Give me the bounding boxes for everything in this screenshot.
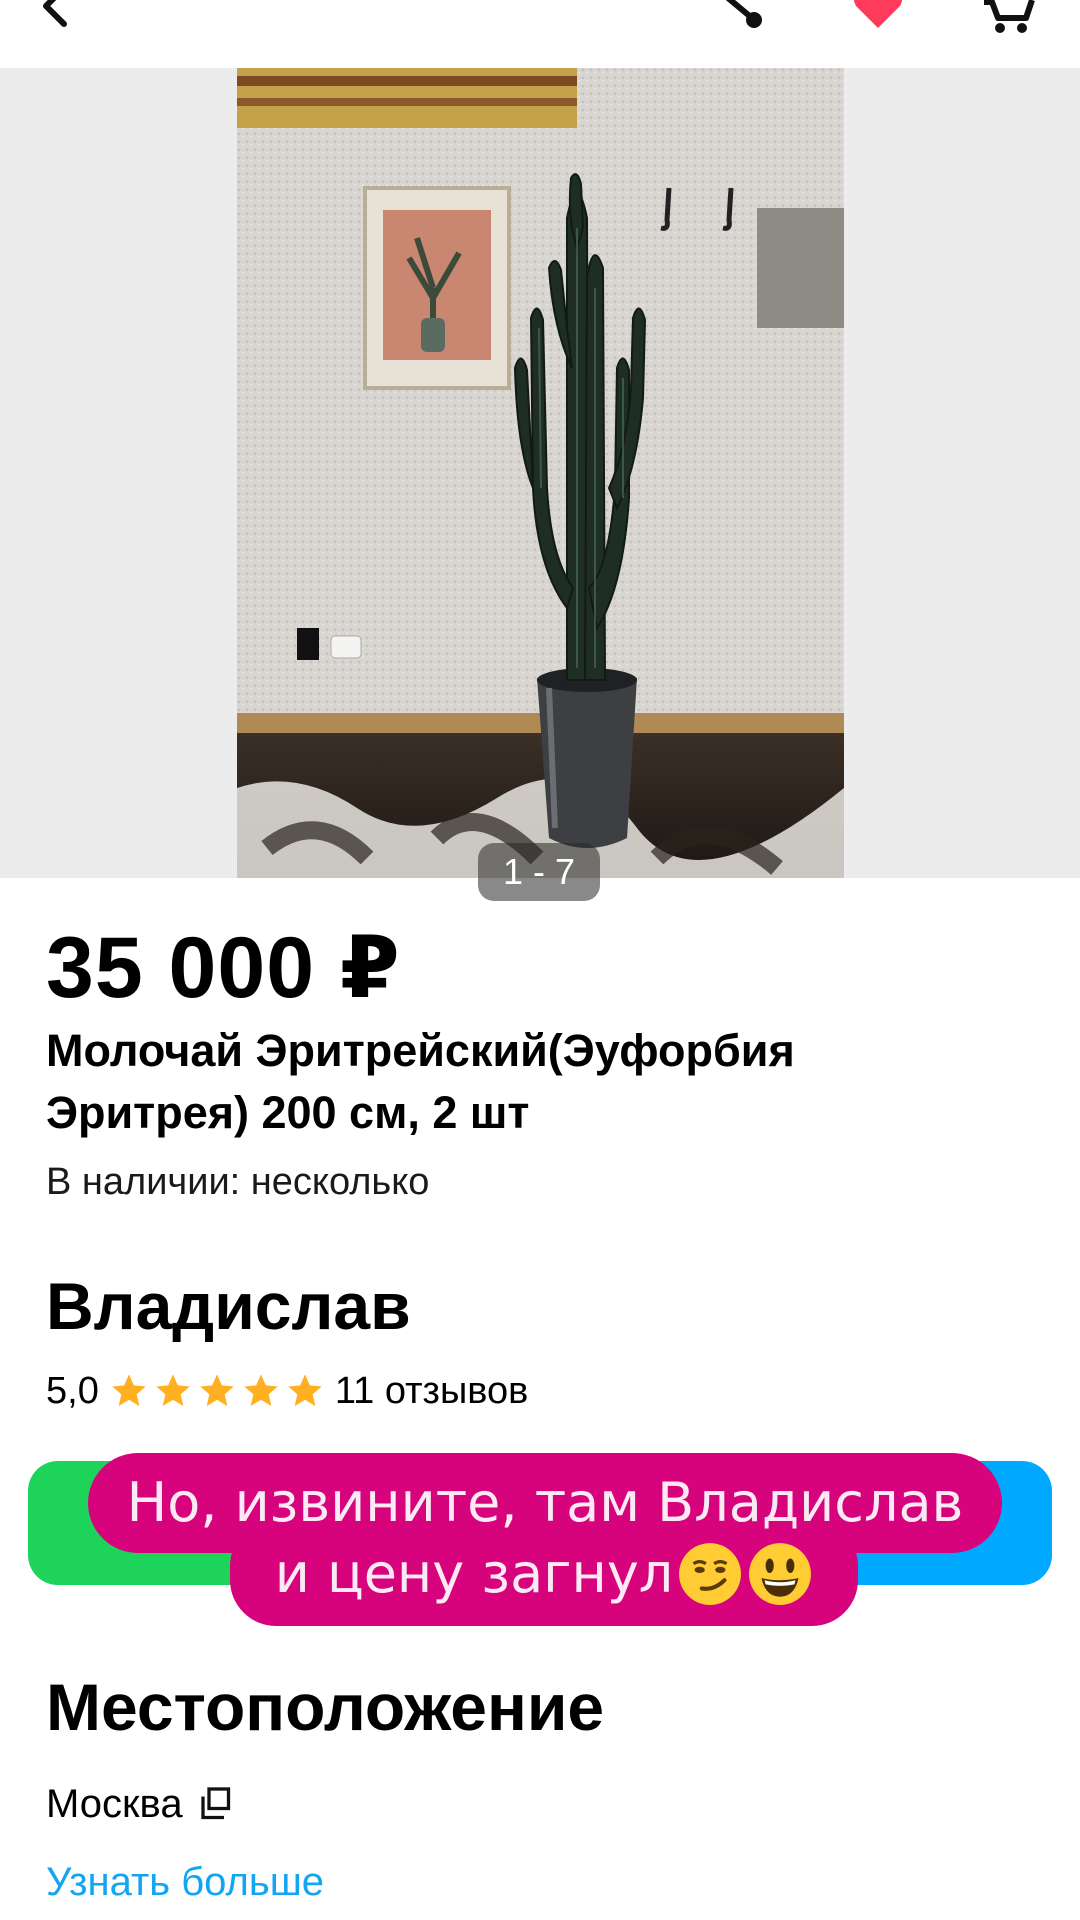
location-heading: Местоположение xyxy=(46,1670,605,1744)
cactus-photo-image xyxy=(237,68,844,878)
star-icon xyxy=(156,1374,190,1406)
seller-name[interactable]: Владислав xyxy=(46,1266,411,1346)
stock-status: В наличии: несколько xyxy=(46,1161,430,1203)
photo-gallery[interactable]: 1 - 7 Avito xyxy=(0,68,1080,934)
share-icon[interactable] xyxy=(718,0,778,38)
rating-value: 5,0 xyxy=(46,1369,99,1412)
heart-icon[interactable] xyxy=(848,0,908,38)
rating-stars xyxy=(109,1371,329,1411)
listing-title: Молочай Эритрейский(Эуфорбия Эритрея) 20… xyxy=(46,1025,795,1138)
top-bar xyxy=(0,0,1080,66)
listing-price: 35 000 ₽ xyxy=(46,920,401,1016)
smirk-emoji-icon xyxy=(679,1543,742,1605)
star-icon xyxy=(244,1374,278,1406)
caption-line-2-row: и цену загнул xyxy=(230,1524,858,1624)
star-icon xyxy=(200,1374,234,1406)
location-city-row[interactable]: Москва xyxy=(46,1778,233,1830)
location-city: Москва xyxy=(46,1781,183,1826)
seller-rating[interactable]: 5,0 11 отзывов xyxy=(46,1366,528,1416)
smile-emoji-icon xyxy=(749,1543,812,1605)
star-icon xyxy=(288,1374,322,1406)
learn-more-link[interactable]: Узнать больше xyxy=(46,1856,324,1908)
photo-counter: 1 - 7 xyxy=(478,843,600,901)
caption-line-2: и цену загнул xyxy=(274,1542,674,1605)
listing-photo[interactable] xyxy=(237,68,844,878)
cart-icon[interactable] xyxy=(978,0,1038,38)
star-icon xyxy=(112,1374,146,1406)
avito-watermark: Avito xyxy=(740,904,805,934)
copy-icon[interactable] xyxy=(197,1786,233,1822)
review-count[interactable]: 11 отзывов xyxy=(335,1370,529,1413)
back-icon[interactable] xyxy=(28,0,88,38)
